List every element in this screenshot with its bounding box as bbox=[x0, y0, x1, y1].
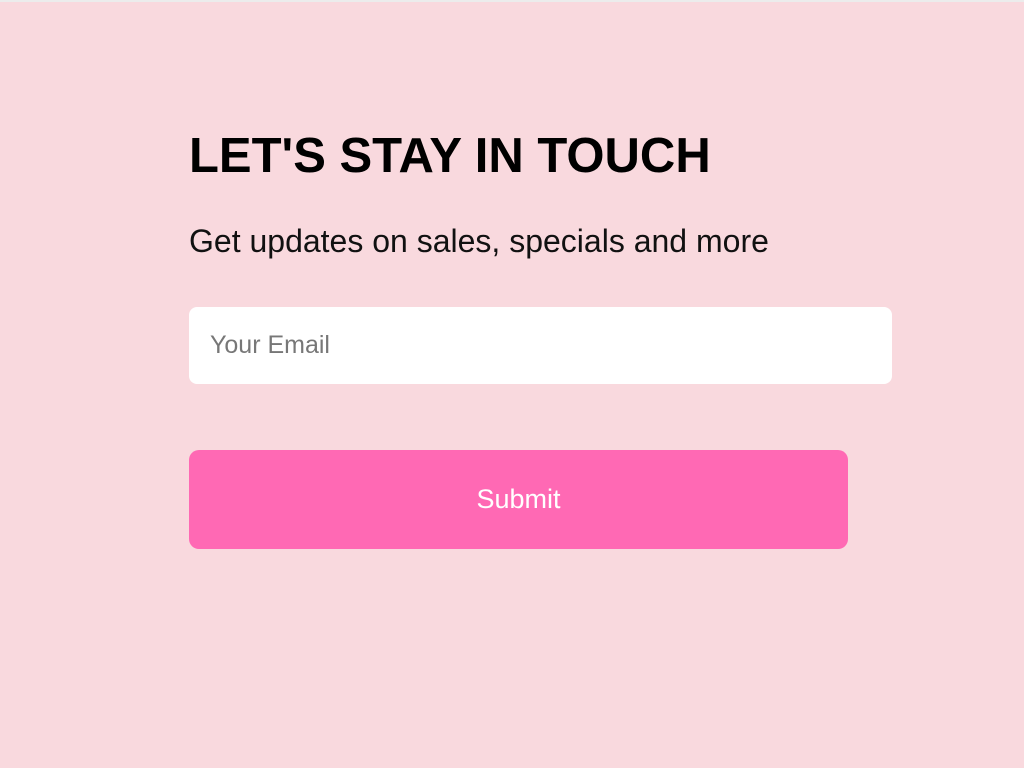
email-field[interactable] bbox=[189, 307, 892, 384]
signup-heading: LET'S STAY IN TOUCH bbox=[189, 129, 711, 183]
signup-subheading: Get updates on sales, specials and more bbox=[189, 223, 769, 259]
newsletter-signup-form: LET'S STAY IN TOUCH Get updates on sales… bbox=[189, 128, 892, 549]
top-edge-divider bbox=[0, 0, 1024, 2]
submit-button[interactable]: Submit bbox=[189, 450, 848, 549]
